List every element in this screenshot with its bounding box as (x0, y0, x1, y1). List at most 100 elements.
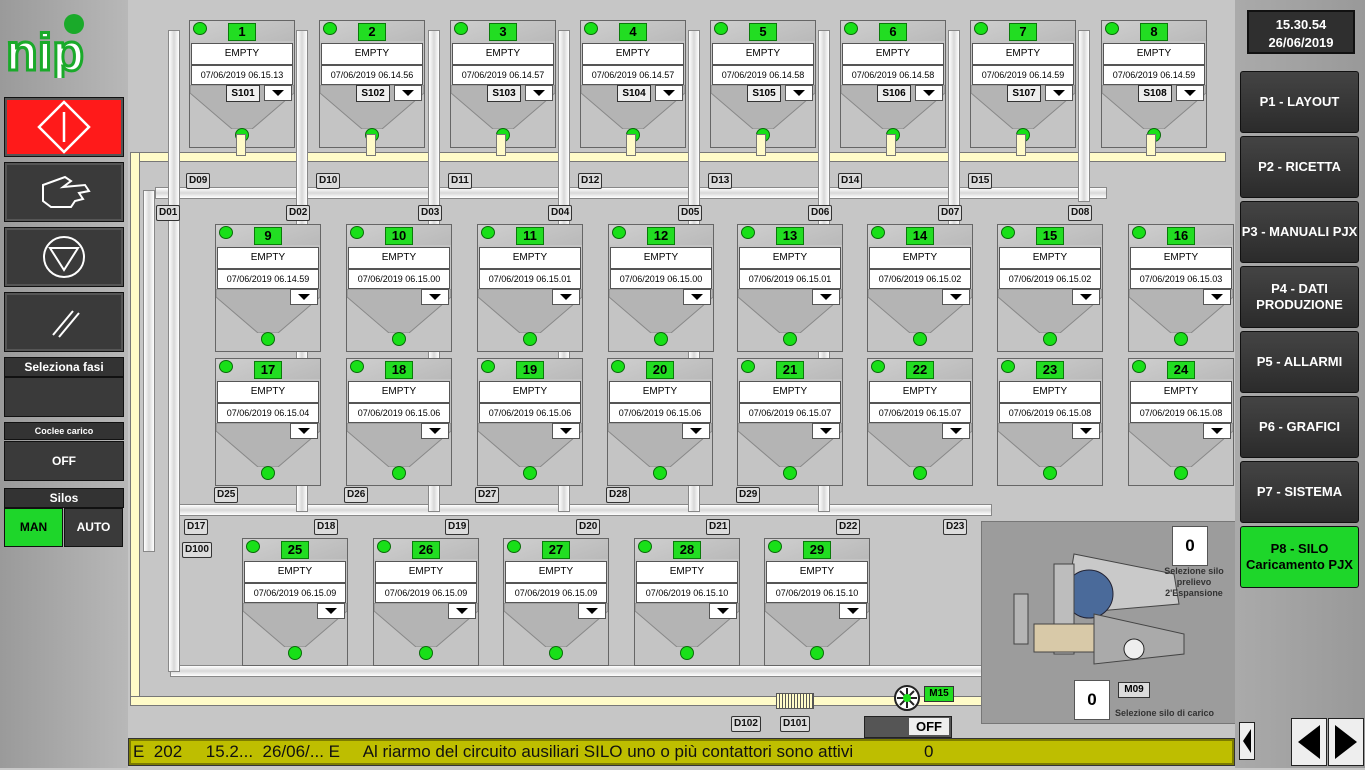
coclee-toggle[interactable]: OFF (4, 441, 124, 481)
man-button[interactable]: MAN (4, 508, 63, 547)
silo-21[interactable]: 21 EMPTY 07/06/2019 06.15.07 (737, 358, 843, 486)
silo-4[interactable]: 4 EMPTY 07/06/2019 06.14.57 S104 (580, 20, 686, 148)
diverter-d14[interactable]: D14 (838, 173, 863, 189)
expansion-select-top[interactable]: 0 (1172, 526, 1208, 566)
silo-29[interactable]: 29 EMPTY 07/06/2019 06.15.10 (764, 538, 870, 666)
next-page-icon[interactable] (1328, 718, 1364, 766)
silo-dropdown-icon[interactable] (709, 603, 737, 619)
silo-dropdown-icon[interactable] (421, 423, 449, 439)
silo-22[interactable]: 22 EMPTY 07/06/2019 06.15.07 (867, 358, 973, 486)
silo-dropdown-icon[interactable] (1176, 85, 1204, 101)
silo-dropdown-icon[interactable] (942, 423, 970, 439)
silo-dropdown-icon[interactable] (290, 289, 318, 305)
diverter-d06[interactable]: D06 (808, 205, 833, 221)
silo-20[interactable]: 20 EMPTY 07/06/2019 06.15.06 (607, 358, 713, 486)
silo-dropdown-icon[interactable] (839, 603, 867, 619)
fan-toggle[interactable]: OFF (864, 716, 952, 738)
silo-7[interactable]: 7 EMPTY 07/06/2019 06.14.59 S107 (970, 20, 1076, 148)
silo-dropdown-icon[interactable] (290, 423, 318, 439)
diverter-d23[interactable]: D23 (943, 519, 968, 535)
silo-dropdown-icon[interactable] (1045, 85, 1073, 101)
diverter-d101[interactable]: D101 (780, 716, 810, 732)
diverter-d13[interactable]: D13 (708, 173, 733, 189)
diverter-d11[interactable]: D11 (448, 173, 472, 189)
silo-13[interactable]: 13 EMPTY 07/06/2019 06.15.01 (737, 224, 843, 352)
diverter-d12[interactable]: D12 (578, 173, 603, 189)
silo-27[interactable]: 27 EMPTY 07/06/2019 06.15.09 (503, 538, 609, 666)
nav-p4-dati[interactable]: P4 - DATI PRODUZIONE (1240, 266, 1359, 328)
nav-p7-sistema[interactable]: P7 - SISTEMA (1240, 461, 1359, 523)
diverter-d17[interactable]: D17 (184, 519, 209, 535)
scroll-left-small-icon[interactable] (1239, 722, 1255, 760)
diverter-d02[interactable]: D02 (286, 205, 311, 221)
diverter-d04[interactable]: D04 (548, 205, 573, 221)
silo-dropdown-icon[interactable] (812, 423, 840, 439)
silo-25[interactable]: 25 EMPTY 07/06/2019 06.15.09 (242, 538, 348, 666)
silo-dropdown-icon[interactable] (1072, 289, 1100, 305)
silo-2[interactable]: 2 EMPTY 07/06/2019 06.14.56 S102 (319, 20, 425, 148)
prev-page-icon[interactable] (1291, 718, 1327, 766)
diverter-d08[interactable]: D08 (1068, 205, 1093, 221)
diverter-d07[interactable]: D07 (938, 205, 963, 221)
nav-p6-grafici[interactable]: P6 - GRAFICI (1240, 396, 1359, 458)
diverter-d03[interactable]: D03 (418, 205, 443, 221)
silo-dropdown-icon[interactable] (448, 603, 476, 619)
silo-dropdown-icon[interactable] (1203, 289, 1231, 305)
silo-12[interactable]: 12 EMPTY 07/06/2019 06.15.00 (608, 224, 714, 352)
seleziona-fasi-field[interactable] (4, 377, 124, 417)
silo-28[interactable]: 28 EMPTY 07/06/2019 06.15.10 (634, 538, 740, 666)
silo-17[interactable]: 17 EMPTY 07/06/2019 06.15.04 (215, 358, 321, 486)
silo-15[interactable]: 15 EMPTY 07/06/2019 06.15.02 (997, 224, 1103, 352)
silo-dropdown-icon[interactable] (812, 289, 840, 305)
silo-8[interactable]: 8 EMPTY 07/06/2019 06.14.59 S108 (1101, 20, 1207, 148)
silo-16[interactable]: 16 EMPTY 07/06/2019 06.15.03 (1128, 224, 1234, 352)
diverter-d10[interactable]: D10 (316, 173, 341, 189)
diverter-d102[interactable]: D102 (731, 716, 761, 732)
diverter-d26[interactable]: D26 (344, 487, 369, 503)
nav-p1-layout[interactable]: P1 - LAYOUT (1240, 71, 1359, 133)
silo-dropdown-icon[interactable] (682, 423, 710, 439)
nav-p2-ricetta[interactable]: P2 - RICETTA (1240, 136, 1359, 198)
silo-dropdown-icon[interactable] (552, 289, 580, 305)
silo-dropdown-icon[interactable] (942, 289, 970, 305)
diverter-d18[interactable]: D18 (314, 519, 339, 535)
silo-26[interactable]: 26 EMPTY 07/06/2019 06.15.09 (373, 538, 479, 666)
diverter-d05[interactable]: D05 (678, 205, 703, 221)
silo-9[interactable]: 9 EMPTY 07/06/2019 06.14.59 (215, 224, 321, 352)
stop-button[interactable] (4, 227, 124, 287)
diverter-d100[interactable]: D100 (182, 542, 212, 558)
silo-18[interactable]: 18 EMPTY 07/06/2019 06.15.06 (346, 358, 452, 486)
silo-dropdown-icon[interactable] (683, 289, 711, 305)
silo-11[interactable]: 11 EMPTY 07/06/2019 06.15.01 (477, 224, 583, 352)
manual-hand-button[interactable] (4, 162, 124, 222)
emergency-button[interactable] (4, 97, 124, 157)
expansion-select-bottom[interactable]: 0 (1074, 680, 1110, 720)
silo-5[interactable]: 5 EMPTY 07/06/2019 06.14.58 S105 (710, 20, 816, 148)
silo-19[interactable]: 19 EMPTY 07/06/2019 06.15.06 (477, 358, 583, 486)
nav-p8-silo[interactable]: P8 - SILO Caricamento PJX (1240, 526, 1359, 588)
diverter-d01[interactable]: D01 (156, 205, 181, 221)
silo-dropdown-icon[interactable] (1203, 423, 1231, 439)
silo-3[interactable]: 3 EMPTY 07/06/2019 06.14.57 S103 (450, 20, 556, 148)
diverter-d22[interactable]: D22 (836, 519, 861, 535)
fan-icon[interactable] (890, 684, 924, 712)
alarm-status-bar[interactable]: E 202 15.2... 26/06/... E Al riarmo del … (128, 738, 1235, 766)
silo-24[interactable]: 24 EMPTY 07/06/2019 06.15.08 (1128, 358, 1234, 486)
diverter-d25[interactable]: D25 (214, 487, 239, 503)
silo-23[interactable]: 23 EMPTY 07/06/2019 06.15.08 (997, 358, 1103, 486)
silo-dropdown-icon[interactable] (525, 85, 553, 101)
silo-dropdown-icon[interactable] (552, 423, 580, 439)
diverter-d19[interactable]: D19 (445, 519, 470, 535)
silo-dropdown-icon[interactable] (785, 85, 813, 101)
silo-dropdown-icon[interactable] (264, 85, 292, 101)
nav-p5-allarmi[interactable]: P5 - ALLARMI (1240, 331, 1359, 393)
silo-dropdown-icon[interactable] (421, 289, 449, 305)
diverter-d21[interactable]: D21 (706, 519, 731, 535)
silo-dropdown-icon[interactable] (394, 85, 422, 101)
diverter-d28[interactable]: D28 (606, 487, 631, 503)
silo-dropdown-icon[interactable] (578, 603, 606, 619)
silo-dropdown-icon[interactable] (1072, 423, 1100, 439)
silo-dropdown-icon[interactable] (915, 85, 943, 101)
diverter-d15[interactable]: D15 (968, 173, 993, 189)
nav-p3-manuali[interactable]: P3 - MANUALI PJX (1240, 201, 1359, 263)
